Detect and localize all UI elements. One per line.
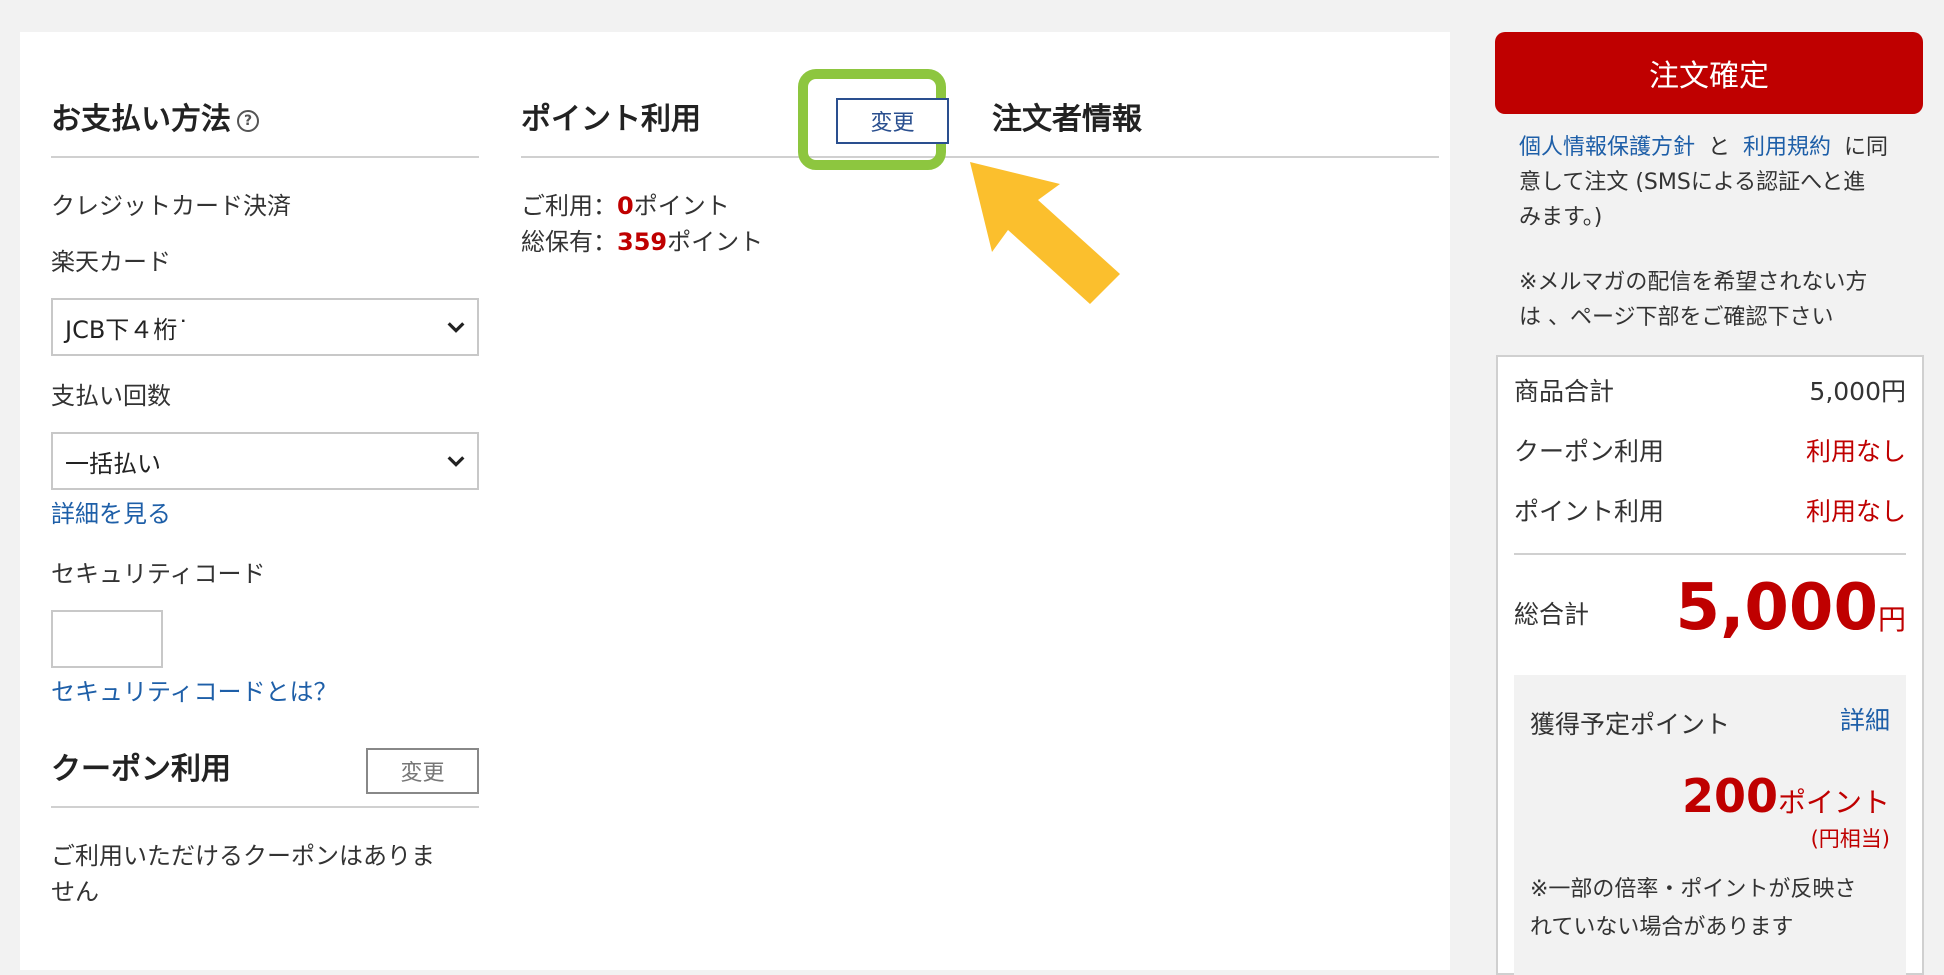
pointer-arrow-icon bbox=[970, 162, 1120, 304]
chevron-down-icon bbox=[447, 322, 465, 333]
main-panel: お支払い方法? クレジットカード決済 楽天カード JCB下４桁˙ 支払い回数 一… bbox=[20, 32, 1450, 970]
card-select[interactable]: JCB下４桁˙ bbox=[51, 298, 479, 356]
points-divider bbox=[521, 156, 1439, 158]
card-select-value: JCB下４桁˙ bbox=[65, 315, 190, 344]
summary-coupon-value: 利用なし bbox=[1805, 437, 1906, 466]
confirm-order-button[interactable]: 注文確定 bbox=[1495, 32, 1923, 114]
question-circle-icon[interactable]: ? bbox=[237, 109, 259, 132]
payment-divider bbox=[51, 156, 479, 158]
installments-select-value: 一括払い bbox=[65, 449, 161, 478]
summary-row-coupon: クーポン利用 利用なし bbox=[1514, 435, 1906, 469]
summary-row-subtotal: 商品合計 5,000円 bbox=[1514, 375, 1906, 409]
coupon-change-button[interactable]: 変更 bbox=[366, 748, 479, 794]
agreement-line3: みます。) bbox=[1519, 205, 1603, 230]
privacy-policy-link[interactable]: 個人情報保護方針 bbox=[1519, 135, 1695, 160]
orderer-section-title: 注文者情報 bbox=[992, 102, 1142, 137]
coupon-message-line1: ご利用いただけるクーポンはありま bbox=[51, 842, 435, 870]
mail-note-line2: は 、ページ下部をご確認下さい bbox=[1519, 305, 1834, 330]
card-label: 楽天カード bbox=[51, 248, 171, 276]
agreement-text: 個人情報保護方針 と 利用規約 に同 意して注文 (SMSによる認証へと進 みま… bbox=[1519, 130, 1919, 235]
points-use-line: ご利用：0ポイント bbox=[521, 190, 730, 222]
points-section-title: ポイント利用 bbox=[521, 102, 701, 137]
security-code-link[interactable]: セキュリティコードとは？ bbox=[51, 676, 338, 708]
points-holding-line: 総保有：359ポイント bbox=[521, 226, 763, 258]
agreement-text1: に同 bbox=[1844, 135, 1889, 160]
points-change-button[interactable]: 変更 bbox=[836, 98, 949, 144]
installments-select[interactable]: 一括払い bbox=[51, 432, 479, 490]
earn-footnote-line2: れていない場合があります bbox=[1530, 915, 1794, 940]
points-use-unit: ポイント bbox=[633, 192, 730, 220]
earn-points-unit: ポイント bbox=[1777, 786, 1890, 819]
earn-detail-link[interactable]: 詳細 bbox=[1840, 705, 1890, 737]
payment-section-title: お支払い方法? bbox=[51, 102, 259, 138]
payment-method-label: クレジットカード決済 bbox=[51, 192, 291, 220]
coupon-divider bbox=[51, 806, 479, 808]
chevron-down-icon bbox=[447, 456, 465, 467]
total-amount: 5,000円 bbox=[1676, 573, 1906, 643]
coupon-section-title: クーポン利用 bbox=[51, 752, 231, 787]
payment-title-text: お支払い方法 bbox=[51, 102, 231, 137]
points-holding-value: 359 bbox=[617, 228, 668, 256]
total-unit: 円 bbox=[1877, 603, 1906, 636]
security-code-input[interactable] bbox=[51, 610, 163, 668]
earn-points-box: 獲得予定ポイント 詳細 200ポイント (円相当) ※一部の倍率・ポイントが反映… bbox=[1514, 675, 1906, 975]
subtotal-value: 5,000円 bbox=[1809, 377, 1906, 406]
summary-point-value: 利用なし bbox=[1805, 497, 1906, 526]
points-use-value: 0 bbox=[617, 192, 634, 220]
summary-point-label: ポイント利用 bbox=[1514, 497, 1665, 526]
agreement-line2: 意して注文 (SMSによる認証へと進 bbox=[1519, 170, 1866, 195]
details-link[interactable]: 詳細を見る bbox=[51, 498, 171, 530]
earn-points-amount: 200ポイント bbox=[1682, 771, 1890, 821]
summary-coupon-label: クーポン利用 bbox=[1514, 437, 1665, 466]
earn-footnote-line1: ※一部の倍率・ポイントが反映さ bbox=[1530, 877, 1857, 902]
coupon-message-line2: せん bbox=[51, 878, 99, 906]
points-use-label: ご利用： bbox=[521, 192, 617, 220]
total-label: 総合計 bbox=[1514, 600, 1590, 629]
earn-points-label: 獲得予定ポイント bbox=[1530, 710, 1731, 739]
agreement-line1: 個人情報保護方針 と 利用規約 に同 bbox=[1519, 130, 1919, 165]
points-holding-label: 総保有： bbox=[521, 228, 617, 256]
earn-points-value: 200 bbox=[1681, 769, 1778, 823]
installments-label: 支払い回数 bbox=[51, 382, 171, 410]
total-value: 5,000 bbox=[1675, 571, 1878, 645]
terms-link[interactable]: 利用規約 bbox=[1743, 135, 1831, 160]
earn-points-note: (円相当) bbox=[1810, 827, 1890, 851]
mail-note: ※メルマガの配信を希望されない方 は 、ページ下部をご確認下さい bbox=[1519, 265, 1919, 335]
mail-note-line1: ※メルマガの配信を希望されない方 bbox=[1519, 270, 1868, 295]
agreement-and: と bbox=[1708, 135, 1731, 160]
points-holding-unit: ポイント bbox=[667, 228, 764, 256]
order-summary: 商品合計 5,000円 クーポン利用 利用なし ポイント利用 利用なし 総合計 … bbox=[1496, 355, 1924, 975]
security-code-label: セキュリティコード bbox=[51, 560, 266, 588]
summary-row-points: ポイント利用 利用なし bbox=[1514, 495, 1906, 529]
summary-divider bbox=[1514, 553, 1906, 555]
subtotal-label: 商品合計 bbox=[1514, 377, 1615, 406]
earn-footnote: ※一部の倍率・ポイントが反映さ れていない場合があります bbox=[1530, 871, 1856, 947]
